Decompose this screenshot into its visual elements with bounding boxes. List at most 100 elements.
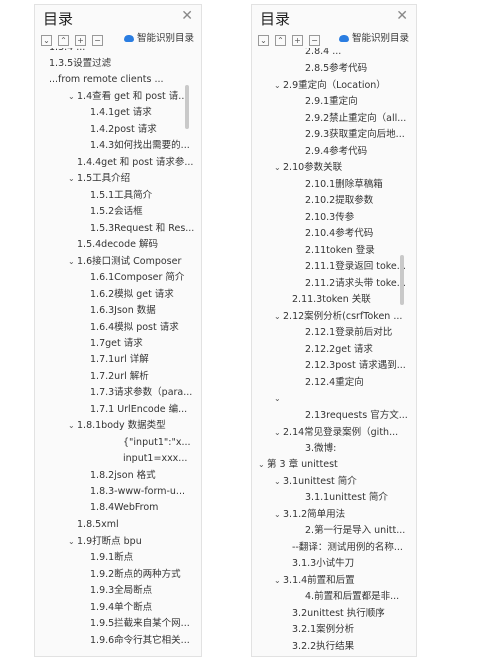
toc-item[interactable]: 2.12.1登录前后对比	[296, 326, 392, 339]
toc-item[interactable]: 1.7.3请求参数（para...	[81, 386, 192, 399]
chevron-down-icon[interactable]: ⌄	[68, 255, 77, 268]
remove-icon[interactable]: −	[92, 35, 103, 46]
toc-item[interactable]: ⌄	[274, 392, 283, 405]
toc-item[interactable]: 2.10.4参考代码	[296, 227, 373, 240]
toc-item[interactable]: 1.9.4单个断点	[81, 601, 152, 614]
toc-item[interactable]: 1.4.2post 请求	[81, 123, 157, 136]
toc-item[interactable]: 2.12.2get 请求	[296, 343, 373, 356]
chevron-down-icon[interactable]: ⌄	[68, 90, 77, 103]
toc-item[interactable]: 3.2.2执行结果	[283, 640, 354, 653]
toc-item[interactable]: 1.6.2模拟 get 请求	[81, 288, 174, 301]
chevron-down-icon[interactable]: ⌄	[274, 79, 283, 92]
chevron-down-icon[interactable]: ⌄	[258, 458, 267, 471]
toc-item[interactable]: 1.9.5拦截来自某个网...	[81, 617, 190, 630]
toc-item[interactable]: 1.8.2json 格式	[81, 469, 156, 482]
close-icon[interactable]: ✕	[396, 8, 408, 24]
toc-item[interactable]: 2.11.2请求头带 toke...	[296, 277, 406, 290]
toc-item[interactable]: ⌄ 2.10参数关联	[274, 161, 342, 174]
toc-item[interactable]: 1.7get 请求	[81, 337, 143, 350]
toc-item[interactable]: 2.10.1删除草稿箱	[296, 178, 383, 191]
toc-item[interactable]: 1.9.2断点的两种方式	[81, 568, 181, 581]
toc-item[interactable]: 1.4.3如何找出需要的...	[81, 139, 190, 152]
toc-item[interactable]: 1.8.5xml	[68, 518, 119, 531]
toc-item[interactable]: 1.5.4decode 解码	[68, 238, 158, 251]
toc-item[interactable]: 3.2.1案例分析	[283, 623, 354, 636]
smart-recognize-toc-button[interactable]: 智能识别目录	[338, 30, 409, 44]
toc-item[interactable]: 2.13requests 官方文...	[296, 409, 408, 422]
toc-item[interactable]: 2.11.1登录返回 toke...	[296, 260, 406, 273]
toc-item[interactable]: 3.2unittest 执行顺序	[283, 607, 385, 620]
toc-item[interactable]: ⌄ 第 3 章 unittest	[258, 458, 338, 471]
toc-item[interactable]: 2.9.4参考代码	[296, 145, 367, 158]
expand-all-icon[interactable]: ⌃	[275, 35, 286, 46]
scrollbar-thumb-left[interactable]	[185, 85, 189, 129]
toc-item[interactable]: 3.1.1unittest 简介	[296, 491, 388, 504]
toc-item[interactable]: ⌄ 2.12案例分析(csrfToken ...	[274, 310, 402, 323]
smart-recognize-toc-button[interactable]: 智能识别目录	[123, 30, 194, 44]
toc-item[interactable]: 1.6.4模拟 post 请求	[81, 321, 179, 334]
toc-item[interactable]: 2.9.2禁止重定向（all...	[296, 112, 406, 125]
toc-item[interactable]: ⌄ 1.4查看 get 和 post 请...	[68, 90, 187, 103]
collapse-all-icon[interactable]: ⌄	[258, 35, 269, 46]
toc-item[interactable]: 1.8.4WebFrom	[81, 501, 158, 514]
toc-item[interactable]: 1.6.1Composer 简介	[81, 271, 184, 284]
chevron-down-icon[interactable]: ⌄	[274, 508, 283, 521]
toc-item[interactable]: 1.8.3-www-form-u...	[81, 485, 185, 498]
toc-item[interactable]: 1.9.3全局断点	[81, 584, 152, 597]
toc-item[interactable]: input1=xxx...	[114, 452, 187, 465]
toc-item[interactable]: ⌄ 1.9打断点 bpu	[68, 535, 142, 548]
toc-item[interactable]: 1.4.4get 和 post 请求参...	[68, 156, 193, 169]
toc-item[interactable]: 2.第一行是导入 unitt...	[296, 524, 405, 537]
toc-item[interactable]: ⌄ 1.6接口测试 Composer	[68, 255, 181, 268]
add-icon[interactable]: +	[292, 35, 303, 46]
toc-item[interactable]: 2.11.3token 关联	[283, 293, 371, 306]
chevron-down-icon[interactable]: ⌄	[68, 172, 77, 185]
chevron-down-icon[interactable]: ⌄	[274, 392, 283, 405]
toc-item[interactable]: 1.5.1工具简介	[81, 189, 152, 202]
toc-item[interactable]: 2.11token 登录	[296, 244, 375, 257]
toc-item[interactable]: ⌄ 1.8.1body 数据类型	[68, 419, 166, 432]
toc-item[interactable]: 2.12.3post 请求遇到...	[296, 359, 406, 372]
toc-item[interactable]: 1.4.1get 请求	[81, 106, 152, 119]
chevron-down-icon[interactable]: ⌄	[274, 574, 283, 587]
toc-item[interactable]: ...from remote clients ...	[40, 73, 164, 86]
toc-item[interactable]: 2.8.5参考代码	[296, 62, 367, 75]
chevron-down-icon[interactable]: ⌄	[274, 161, 283, 174]
toc-item[interactable]: 1.3.4 ...	[40, 48, 85, 54]
toc-item[interactable]: 1.9.1断点	[81, 551, 133, 564]
toc-item[interactable]: 2.8.4 ...	[296, 48, 341, 58]
remove-icon[interactable]: −	[309, 35, 320, 46]
toc-item[interactable]: 1.5.2会话框	[81, 205, 143, 218]
toc-item[interactable]: 2.10.2提取参数	[296, 194, 373, 207]
toc-item[interactable]: 1.3.5设置过滤	[40, 57, 111, 70]
toc-item[interactable]: ⌄ 3.1unittest 简介	[274, 475, 357, 488]
toc-item[interactable]: 2.12.4重定向	[296, 376, 364, 389]
toc-item[interactable]: 4.前置和后置都是非...	[296, 590, 399, 603]
chevron-down-icon[interactable]: ⌄	[68, 419, 77, 432]
toc-item[interactable]: ⌄ 3.1.2简单用法	[274, 508, 345, 521]
toc-item[interactable]: 1.7.1url 详解	[81, 353, 149, 366]
toc-item[interactable]: 2.10.3传参	[296, 211, 354, 224]
toc-item[interactable]: 2.9.1重定向	[296, 95, 358, 108]
toc-item[interactable]: 1.9.6命令行其它相关...	[81, 634, 190, 647]
collapse-all-icon[interactable]: ⌄	[41, 35, 52, 46]
toc-item[interactable]: ⌄ 2.14常见登录案例（gith...	[274, 426, 398, 439]
close-icon[interactable]: ✕	[181, 8, 193, 24]
add-icon[interactable]: +	[75, 35, 86, 46]
toc-item[interactable]: 1.7.1 UrlEncode 编...	[81, 403, 187, 416]
toc-item[interactable]: 2.9.3获取重定向后地...	[296, 128, 405, 141]
toc-item[interactable]: --翻译：测试用例的名称...	[283, 541, 403, 554]
scrollbar-thumb-right[interactable]	[400, 255, 404, 305]
toc-item[interactable]: {"input1":"x...	[114, 436, 191, 449]
toc-item[interactable]: 1.7.2url 解析	[81, 370, 149, 383]
chevron-down-icon[interactable]: ⌄	[68, 535, 77, 548]
expand-all-icon[interactable]: ⌃	[58, 35, 69, 46]
toc-item[interactable]: 3.微博:	[296, 442, 336, 455]
chevron-down-icon[interactable]: ⌄	[274, 426, 283, 439]
toc-item[interactable]: ⌄ 3.1.4前置和后置	[274, 574, 355, 587]
toc-item[interactable]: ⌄ 1.5工具介绍	[68, 172, 130, 185]
chevron-down-icon[interactable]: ⌄	[274, 310, 283, 323]
toc-item[interactable]: 1.5.3Request 和 Res...	[81, 222, 194, 235]
toc-item[interactable]: 3.1.3小试牛刀	[283, 557, 354, 570]
toc-item[interactable]: ⌄ 2.9重定向（Location）	[274, 79, 386, 92]
